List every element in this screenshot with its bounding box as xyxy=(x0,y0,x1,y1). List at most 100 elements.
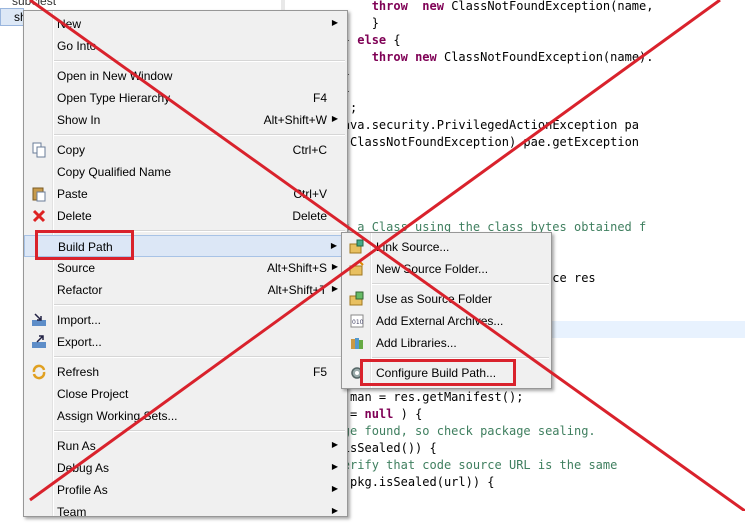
code-keyword: new xyxy=(415,50,437,64)
submenu-arrow-icon: ▶ xyxy=(331,440,338,449)
menu-item-open-in-new-window[interactable]: Open in New Window xyxy=(24,65,347,87)
menu-item-assign-working-sets[interactable]: Assign Working Sets... xyxy=(24,405,347,427)
menu-item-delete[interactable]: Delete Delete xyxy=(24,205,347,227)
submenu-arrow-icon: ▶ xyxy=(331,462,338,471)
submenu-item-add-external-archives[interactable]: 010 Add External Archives... xyxy=(342,310,551,332)
menu-item-import[interactable]: Import... xyxy=(24,309,347,331)
menu-item-refresh[interactable]: Refresh F5 xyxy=(24,361,347,383)
export-icon xyxy=(31,334,47,350)
menu-item-debug-as[interactable]: Debug As ▶ xyxy=(24,457,347,479)
menu-item-source[interactable]: Source Alt+Shift+S ▶ xyxy=(24,257,347,279)
menu-item-label: Paste xyxy=(57,187,88,201)
code-text: ClassNotFoundException(name). xyxy=(436,50,654,64)
code-comment: // Verify that code source URL is the sa… xyxy=(313,458,618,472)
code-keyword: throw xyxy=(371,0,408,13)
menu-item-shortcut: F5 xyxy=(312,365,327,379)
code-line: } xyxy=(285,83,745,100)
menu-item-copy[interactable]: Copy Ctrl+C xyxy=(24,139,347,161)
submenu-arrow-icon: ▶ xyxy=(330,241,337,250)
submenu-item-new-source-folder[interactable]: New Source Folder... xyxy=(342,258,551,280)
external-archive-icon: 010 xyxy=(349,313,365,329)
new-source-folder-icon xyxy=(349,261,365,277)
code-text: { xyxy=(386,33,401,47)
code-line: // Verify that code source URL is the sa… xyxy=(285,457,745,474)
copy-icon xyxy=(31,142,47,158)
menu-item-label: Copy Qualified Name xyxy=(57,165,172,179)
code-line: if (!pkg.isSealed(url)) { xyxy=(285,474,745,491)
menu-separator xyxy=(54,356,345,358)
code-line: } xyxy=(285,66,745,83)
menu-item-team[interactable]: Team ▶ xyxy=(24,501,347,523)
tree-item-label[interactable]: subclest xyxy=(12,0,56,8)
submenu-item-add-libraries[interactable]: Add Libraries... xyxy=(342,332,551,354)
code-line: if (pkg != null ) { xyxy=(285,406,745,423)
menu-item-label: Refactor xyxy=(57,283,103,297)
code-keyword: else xyxy=(357,33,387,47)
submenu-item-label: Add Libraries... xyxy=(376,336,457,350)
menu-item-shortcut: Delete xyxy=(292,209,327,223)
code-line: } else { xyxy=(285,32,745,49)
menu-item-shortcut: F4 xyxy=(312,91,327,105)
menu-item-label: Run As xyxy=(57,439,96,453)
code-text: ClassNotFoundException(name, xyxy=(443,0,654,13)
submenu-item-label: Use as Source Folder xyxy=(376,292,493,306)
menu-separator xyxy=(54,60,345,62)
code-line: /* xyxy=(285,202,745,219)
delete-icon xyxy=(31,208,47,224)
menu-item-open-type-hierarchy[interactable]: Open Type Hierarchy F4 xyxy=(24,87,347,109)
menu-item-label: Assign Working Sets... xyxy=(57,409,178,423)
code-text: (java.security.PrivilegedActionException… xyxy=(321,118,640,132)
paste-icon xyxy=(31,186,47,202)
code-line: Manifest man = res.getManifest(); xyxy=(285,389,745,406)
menu-item-label: Profile As xyxy=(57,483,108,497)
code-text: ) { xyxy=(393,407,423,421)
svg-text:010: 010 xyxy=(352,319,364,326)
menu-item-label: Open Type Hierarchy xyxy=(57,91,171,105)
menu-item-close-project[interactable]: Close Project xyxy=(24,383,347,405)
menu-item-export[interactable]: Export... xyxy=(24,331,347,353)
code-line: throw (ClassNotFoundException) pae.getEx… xyxy=(285,134,745,151)
menu-item-shortcut: Ctrl+C xyxy=(292,143,327,157)
code-text: } xyxy=(371,16,379,30)
menu-item-label: Export... xyxy=(57,335,102,349)
menu-item-label: Import... xyxy=(57,313,102,327)
menu-item-refactor[interactable]: Refactor Alt+Shift+T ▶ xyxy=(24,279,347,301)
menu-item-profile-as[interactable]: Profile As ▶ xyxy=(24,479,347,501)
configure-build-path-highlight-box xyxy=(360,359,516,386)
menu-item-label: New xyxy=(57,17,82,31)
menu-item-paste[interactable]: Paste Ctrl+V xyxy=(24,183,347,205)
submenu-item-use-as-source-folder[interactable]: Use as Source Folder xyxy=(342,288,551,310)
menu-item-label: Go Into xyxy=(57,39,97,53)
submenu-item-label: Link Source... xyxy=(376,240,450,254)
code-line: throw new ClassNotFoundException(name). xyxy=(285,49,745,66)
menu-item-copy-qualified-name[interactable]: Copy Qualified Name xyxy=(24,161,347,183)
menu-item-shortcut: Alt+Shift+W xyxy=(263,113,327,127)
code-keyword: null xyxy=(364,407,394,421)
import-icon xyxy=(31,312,47,328)
menu-item-label: Team xyxy=(57,505,87,519)
menu-item-label: Close Project xyxy=(57,387,129,401)
code-line: throw new ClassNotFoundException(name, xyxy=(285,0,745,15)
menu-item-run-as[interactable]: Run As ▶ xyxy=(24,435,347,457)
refresh-icon xyxy=(31,364,47,380)
menu-item-new[interactable]: New ▶ xyxy=(24,13,347,35)
menu-separator xyxy=(372,283,549,285)
code-line: catch (java.security.PrivilegedActionExc… xyxy=(285,117,745,134)
menu-item-shortcut: Alt+Shift+T xyxy=(267,283,327,297)
menu-item-shortcut: Alt+Shift+S xyxy=(266,261,327,275)
menu-item-show-in[interactable]: Show In Alt+Shift+W ▶ xyxy=(24,109,347,131)
code-keyword: new xyxy=(422,0,444,13)
submenu-item-link-source[interactable]: Link Source... xyxy=(342,236,551,258)
submenu-arrow-icon: ▶ xyxy=(331,284,338,293)
menu-item-go-into[interactable]: Go Into xyxy=(24,35,347,57)
build-path-highlight-box xyxy=(35,230,134,260)
code-line: }, acc); xyxy=(285,100,745,117)
menu-item-label: Show In xyxy=(57,113,101,127)
submenu-item-label: New Source Folder... xyxy=(376,262,489,276)
menu-item-label: Copy xyxy=(57,143,86,157)
menu-separator xyxy=(54,430,345,432)
menu-item-label: Source xyxy=(57,261,96,275)
